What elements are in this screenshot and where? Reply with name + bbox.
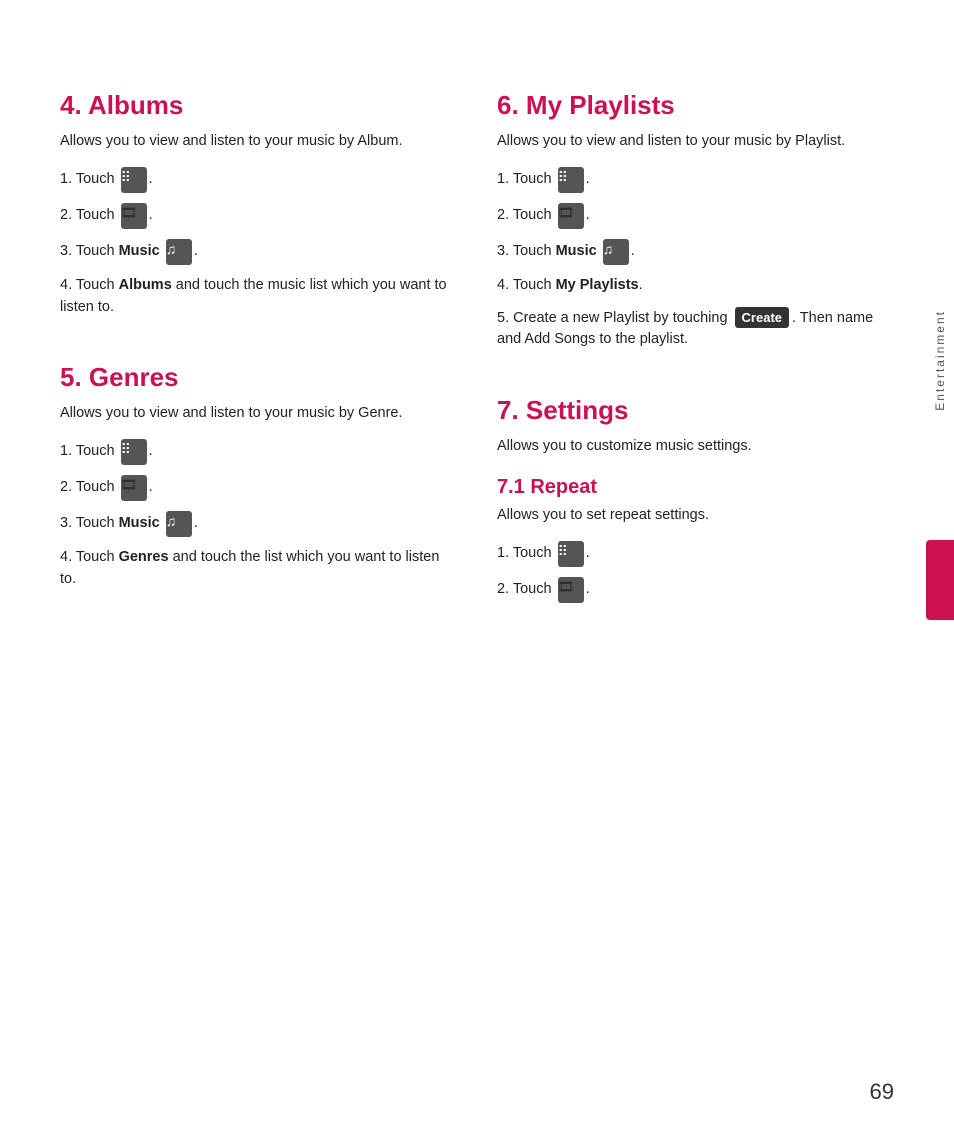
- section-albums: 4. Albums Allows you to view and listen …: [60, 80, 457, 328]
- genres-title: 5. Genres: [60, 362, 457, 393]
- repeat-desc: Allows you to set repeat settings.: [497, 505, 894, 527]
- music-icon: [166, 239, 192, 265]
- myplaylists-title: 6. My Playlists: [497, 90, 894, 121]
- albums-title: 4. Albums: [60, 90, 457, 121]
- page-number: 69: [870, 1079, 894, 1105]
- film-icon: [558, 577, 584, 603]
- genres-step-3: 3. Touch Music .: [60, 511, 457, 537]
- left-column: 4. Albums Allows you to view and listen …: [60, 80, 457, 1085]
- myplaylists-step-3: 3. Touch Music .: [497, 239, 894, 265]
- albums-step-3: 3. Touch Music .: [60, 239, 457, 265]
- albums-step-4: 4. Touch Albums and touch the music list…: [60, 275, 457, 319]
- grid-icon: [558, 541, 584, 567]
- subsection-repeat: 7.1 Repeat Allows you to set repeat sett…: [497, 476, 894, 603]
- repeat-step-2: 2. Touch .: [497, 577, 894, 603]
- film-icon: [558, 203, 584, 229]
- myplaylists-step-1: 1. Touch .: [497, 167, 894, 193]
- myplaylists-step-4: 4. Touch My Playlists.: [497, 275, 894, 297]
- right-column: 6. My Playlists Allows you to view and l…: [497, 80, 894, 1085]
- albums-desc: Allows you to view and listen to your mu…: [60, 131, 457, 153]
- albums-step-1: 1. Touch .: [60, 167, 457, 193]
- genres-step-1: 1. Touch .: [60, 439, 457, 465]
- section-myplaylists: 6. My Playlists Allows you to view and l…: [497, 80, 894, 361]
- film-icon: [121, 475, 147, 501]
- genres-desc: Allows you to view and listen to your mu…: [60, 403, 457, 425]
- page-content: 4. Albums Allows you to view and listen …: [0, 0, 954, 1145]
- genres-step-4: 4. Touch Genres and touch the list which…: [60, 547, 457, 591]
- myplaylists-step-2: 2. Touch .: [497, 203, 894, 229]
- myplaylists-desc: Allows you to view and listen to your mu…: [497, 131, 894, 153]
- repeat-title: 7.1 Repeat: [497, 476, 894, 499]
- sidebar-tab: [926, 540, 954, 620]
- settings-desc: Allows you to customize music settings.: [497, 436, 894, 458]
- film-icon: [121, 203, 147, 229]
- genres-step-2: 2. Touch .: [60, 475, 457, 501]
- myplaylists-step-5: 5. Create a new Playlist by touching Cre…: [497, 307, 894, 352]
- sidebar-label-wrap: Entertainment: [926, 310, 954, 415]
- sidebar-label: Entertainment: [933, 310, 947, 411]
- grid-icon: [558, 167, 584, 193]
- music-icon: [603, 239, 629, 265]
- grid-icon: [121, 439, 147, 465]
- section-genres: 5. Genres Allows you to view and listen …: [60, 352, 457, 600]
- create-button-label: Create: [735, 307, 789, 329]
- settings-title: 7. Settings: [497, 395, 894, 426]
- grid-icon: [121, 167, 147, 193]
- section-settings: 7. Settings Allows you to customize musi…: [497, 385, 894, 613]
- repeat-step-1: 1. Touch .: [497, 541, 894, 567]
- music-icon: [166, 511, 192, 537]
- albums-step-2: 2. Touch .: [60, 203, 457, 229]
